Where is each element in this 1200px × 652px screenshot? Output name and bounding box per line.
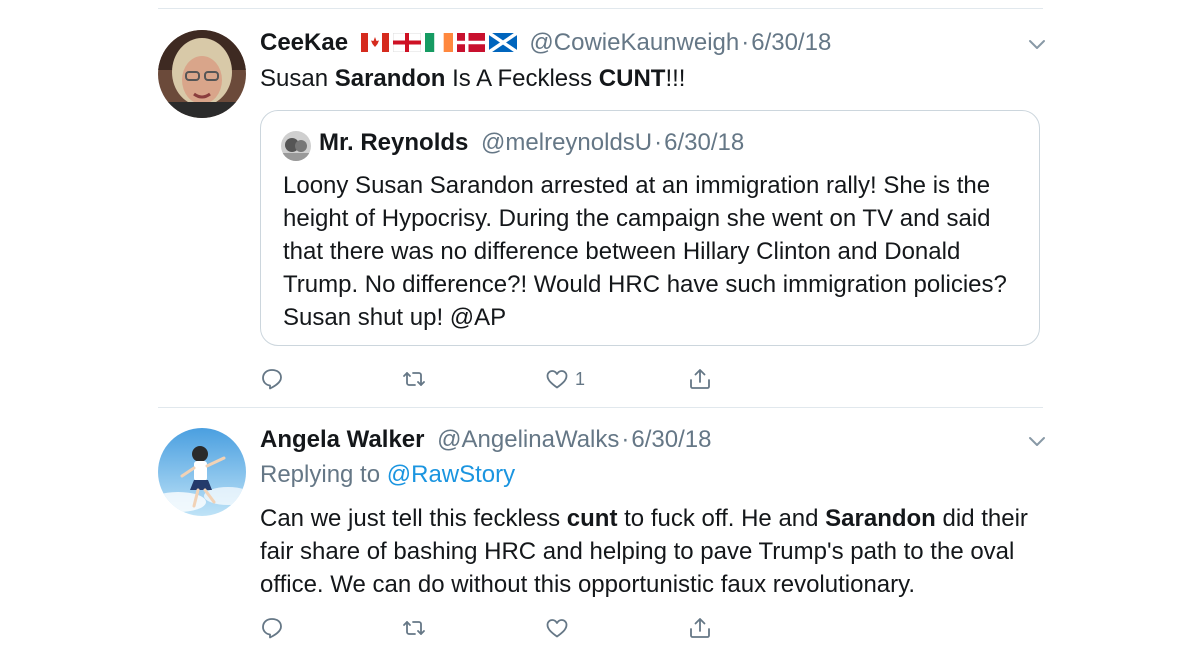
retweet-button[interactable]: [402, 613, 432, 643]
flag-emojis: [360, 33, 517, 52]
replying-to: Replying to @RawStory: [260, 460, 515, 490]
chevron-down-icon[interactable]: [1026, 430, 1048, 452]
retweet-button[interactable]: [402, 364, 432, 394]
separator: ·: [654, 129, 663, 156]
reply-button[interactable]: [260, 613, 290, 643]
share-button[interactable]: [688, 364, 712, 394]
timestamp[interactable]: 6/30/18: [631, 426, 711, 453]
tweet-text: Can we just tell this feckless cunt to f…: [260, 505, 1028, 598]
retweet-icon: [403, 621, 425, 635]
replying-to-label: Replying to: [260, 461, 387, 488]
chevron-down-icon[interactable]: [1026, 33, 1048, 55]
tweet-text: Susan Sarandon Is A Feckless CUNT!!!: [260, 65, 686, 92]
avatar[interactable]: [158, 30, 246, 118]
tweet-actions: 1: [260, 364, 720, 394]
heart-icon: [546, 370, 568, 389]
avatar[interactable]: [158, 428, 246, 516]
quote-timestamp: 6/30/18: [664, 129, 745, 156]
share-icon: [690, 618, 710, 638]
tweet-header: CeeKae @CowieKaunweigh·6/30/18: [260, 28, 831, 58]
handle[interactable]: @AngelinaWalks: [437, 426, 619, 453]
like-button[interactable]: [545, 613, 575, 643]
display-name[interactable]: CeeKae: [260, 29, 348, 56]
like-button[interactable]: 1: [545, 364, 585, 394]
denmark-flag-icon: [456, 33, 485, 52]
divider: [158, 407, 1043, 408]
share-button[interactable]: [688, 613, 712, 643]
retweet-icon: [403, 372, 425, 386]
divider: [158, 8, 1043, 9]
tweet-header: Angela Walker @AngelinaWalks·6/30/18: [260, 425, 711, 455]
timeline: CeeKae @CowieKaunweigh·6/30/18 Susan Sar…: [0, 0, 1200, 652]
scotland-flag-icon: [488, 33, 517, 52]
handle[interactable]: @CowieKaunweigh: [529, 29, 739, 56]
replying-to-mention[interactable]: @RawStory: [387, 461, 515, 488]
separator: ·: [741, 29, 750, 56]
heart-icon: [546, 619, 568, 638]
reply-icon: [262, 369, 282, 390]
england-flag-icon: [392, 33, 421, 52]
timestamp[interactable]: 6/30/18: [751, 29, 831, 56]
canada-flag-icon: [360, 33, 389, 52]
tweet-actions: [260, 613, 720, 643]
quote-text: Loony Susan Sarandon arrested at an immi…: [283, 172, 1007, 331]
separator: ·: [621, 426, 630, 453]
quote-display-name: Mr. Reynolds: [319, 129, 469, 156]
display-name[interactable]: Angela Walker: [260, 426, 425, 453]
quote-header: Mr. Reynolds @melreynoldsU·6/30/18: [319, 127, 744, 159]
quoted-tweet[interactable]: Mr. Reynolds @melreynoldsU·6/30/18 Loony…: [260, 110, 1040, 346]
reply-icon: [262, 618, 282, 639]
share-icon: [690, 369, 710, 389]
reply-button[interactable]: [260, 364, 290, 394]
like-count: 1: [575, 368, 586, 389]
quote-avatar: [281, 131, 311, 161]
quote-handle: @melreynoldsU: [481, 129, 653, 156]
ireland-flag-icon: [424, 33, 453, 52]
